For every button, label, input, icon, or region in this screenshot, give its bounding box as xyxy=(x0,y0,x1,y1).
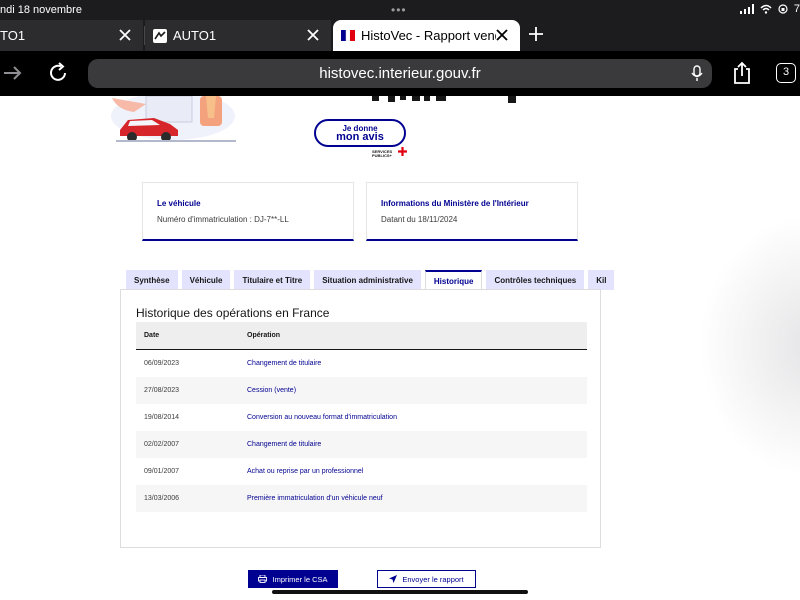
history-table: Date Opération 06/09/2023 Changement de … xyxy=(136,322,587,512)
close-icon[interactable] xyxy=(305,27,321,43)
print-csa-button[interactable]: Imprimer le CSA xyxy=(248,570,338,588)
share-icon[interactable] xyxy=(732,61,752,85)
ministry-card: Informations du Ministère de l'Intérieur… xyxy=(366,182,578,241)
row-operation: Conversion au nouveau format d'immatricu… xyxy=(247,414,397,421)
forward-arrow-icon[interactable] xyxy=(2,64,22,82)
tab-kilometrage[interactable]: Kil xyxy=(588,270,615,290)
microphone-icon[interactable] xyxy=(690,65,704,83)
report-date: Datant du 18/11/2024 xyxy=(381,215,458,224)
marianne-favicon-icon xyxy=(341,30,355,41)
plus-icon[interactable] xyxy=(527,25,545,43)
tab-histovec[interactable]: HistoVec - Rapport vende xyxy=(333,20,520,51)
row-date: 13/03/2006 xyxy=(144,495,180,502)
background-glow xyxy=(700,216,800,476)
row-date: 09/01/2007 xyxy=(144,468,180,475)
close-icon[interactable] xyxy=(117,27,133,43)
tab-titulaire[interactable]: Titulaire et Titre xyxy=(234,270,311,290)
url-bar[interactable]: histovec.interieur.gouv.fr xyxy=(88,59,712,88)
report-tabs: Synthèse Véhicule Titulaire et Titre Sit… xyxy=(126,270,615,290)
print-label: Imprimer le CSA xyxy=(272,574,328,584)
tab-auto1-first[interactable]: TO1 xyxy=(0,20,143,51)
row-operation: Première immatriculation d'un véhicule n… xyxy=(247,495,383,502)
printer-icon xyxy=(258,575,268,583)
status-time: ndi 18 novembre xyxy=(0,4,82,16)
send-label: Envoyer le rapport xyxy=(402,574,464,584)
close-icon[interactable] xyxy=(494,27,510,43)
send-icon xyxy=(389,575,398,583)
tab-situation-administrative[interactable]: Situation administrative xyxy=(314,270,421,290)
row-operation: Changement de titulaire xyxy=(247,360,322,367)
page-content: Je donne mon avis SERVICES PUBLICS+ Le v… xyxy=(0,96,800,600)
row-date: 06/09/2023 xyxy=(144,360,180,367)
auto1-favicon-icon xyxy=(153,28,167,43)
row-date: 27/08/2023 xyxy=(144,387,180,394)
table-header: Date Opération xyxy=(136,322,587,350)
tab-label: AUTO1 xyxy=(173,28,217,43)
cellular-signal-icon xyxy=(739,4,754,14)
vehicle-card: Le véhicule Numéro d'immatriculation : D… xyxy=(142,182,354,241)
table-row: 27/08/2023 Cession (vente) xyxy=(136,377,587,404)
url-text: histovec.interieur.gouv.fr xyxy=(319,65,481,82)
tab-vehicule[interactable]: Véhicule xyxy=(181,270,231,290)
status-icons: 7 xyxy=(739,3,800,15)
row-date: 02/02/2007 xyxy=(144,441,180,448)
multitasking-dots-icon[interactable]: ••• xyxy=(391,3,407,17)
registration-number: Numéro d'immatriculation : DJ-7**-LL xyxy=(157,215,289,224)
send-report-button[interactable]: Envoyer le rapport xyxy=(377,570,476,588)
feedback-button[interactable]: Je donne mon avis xyxy=(314,119,406,147)
browser-tab-bar: TO1 AUTO1 HistoVec - Rapport vende xyxy=(0,20,800,51)
battery-label: 7 xyxy=(793,3,800,15)
vehicle-card-title: Le véhicule xyxy=(157,199,201,208)
column-operation: Opération xyxy=(247,332,281,339)
services-publics-plus-icon xyxy=(398,147,407,156)
tab-count: 3 xyxy=(782,66,790,78)
car-illustration xyxy=(111,96,236,142)
history-panel: Historique des opérations en France Date… xyxy=(120,289,601,548)
tab-label: TO1 xyxy=(0,28,26,43)
status-bar: ndi 18 novembre ••• 7 xyxy=(0,0,800,20)
address-area: histovec.interieur.gouv.fr 3 xyxy=(0,51,800,96)
row-operation: Cession (vente) xyxy=(247,387,297,394)
table-row: 13/03/2006 Première immatriculation d'un… xyxy=(136,485,587,512)
cropped-heading-fragment xyxy=(372,96,516,103)
tab-historique[interactable]: Historique xyxy=(424,270,483,290)
table-row: 02/02/2007 Changement de titulaire xyxy=(136,431,587,458)
wifi-icon xyxy=(760,4,772,14)
row-date: 19/08/2014 xyxy=(144,414,180,421)
tab-controles-techniques[interactable]: Contrôles techniques xyxy=(486,270,585,290)
tab-auto1-second[interactable]: AUTO1 xyxy=(145,20,331,51)
table-row: 06/09/2023 Changement de titulaire xyxy=(136,350,587,377)
tab-label: HistoVec - Rapport vende xyxy=(361,28,496,43)
table-row: 09/01/2007 Achat ou reprise par un profe… xyxy=(136,458,587,485)
tab-synthese[interactable]: Synthèse xyxy=(126,270,178,290)
reload-icon[interactable] xyxy=(47,62,69,84)
home-indicator xyxy=(272,590,528,594)
row-operation: Achat ou reprise par un professionnel xyxy=(247,468,364,475)
table-row: 19/08/2014 Conversion au nouveau format … xyxy=(136,404,587,431)
column-date: Date xyxy=(144,332,160,339)
rotation-lock-icon xyxy=(778,4,788,14)
tab-count-button[interactable]: 3 xyxy=(776,63,796,83)
ministry-card-title: Informations du Ministère de l'Intérieur xyxy=(381,199,529,208)
row-operation: Changement de titulaire xyxy=(247,441,322,448)
history-title: Historique des opérations en France xyxy=(136,306,330,320)
feedback-line2: mon avis xyxy=(336,131,384,143)
